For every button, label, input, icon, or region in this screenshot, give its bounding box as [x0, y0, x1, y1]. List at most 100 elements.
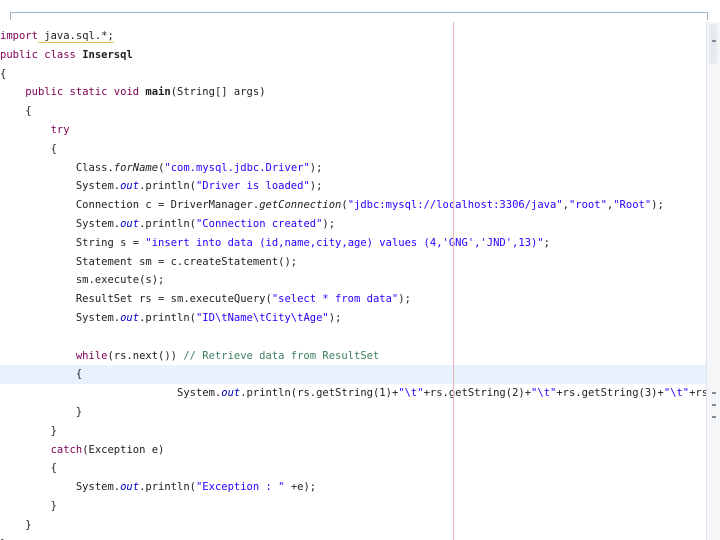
code-token: import [0, 30, 38, 42]
code-line[interactable]: public class Insersql [0, 46, 706, 65]
code-line[interactable]: } [0, 497, 706, 516]
code-line[interactable]: try [0, 121, 706, 140]
code-token: // Retrieve data from ResultSet [183, 349, 380, 362]
code-token: .println( [139, 481, 196, 494]
code-token: "ID\tName\tCity\tAge" [195, 312, 329, 324]
code-line[interactable]: import java.sql.*; [0, 27, 706, 46]
code-token: out [120, 180, 140, 193]
code-token: "Driver is loaded" [195, 180, 310, 193]
code-token: "com.mysql.jdbc.Driver" [164, 161, 310, 174]
code-token: { [0, 105, 32, 118]
code-line[interactable]: } [0, 422, 706, 441]
code-token: System. [0, 218, 121, 230]
overview-ruler-mark [712, 40, 716, 42]
code-token: .println( [139, 312, 196, 324]
code-line[interactable]: Statement sm = c.createStatement(); [0, 253, 706, 272]
code-token: "insert into data (id,name,city,age) val… [145, 236, 544, 249]
code-token: "\t" [398, 387, 424, 400]
code-token: System. [0, 312, 121, 324]
code-line[interactable]: { [0, 140, 706, 159]
code-line[interactable]: System.out.println("ID\tName\tCity\tAge"… [0, 309, 706, 328]
code-line[interactable]: { [0, 65, 706, 84]
print-margin-line [453, 22, 454, 540]
code-token: while [75, 349, 108, 362]
code-line[interactable]: { [0, 102, 706, 121]
code-line[interactable]: } [0, 535, 706, 540]
code-token: getConnection [259, 199, 342, 212]
code-line[interactable]: { [0, 459, 706, 478]
code-token: { [0, 142, 57, 155]
code-token: +e); [284, 481, 317, 494]
code-token: "\t" [663, 387, 690, 400]
code-token: { [0, 67, 7, 80]
code-token: forName [113, 161, 159, 174]
code-line[interactable]: System.out.println("Connection created")… [0, 215, 706, 234]
code-token: { [0, 368, 83, 381]
code-line[interactable]: Connection c = DriverManager.getConnecti… [0, 196, 706, 215]
code-token: System. [0, 180, 121, 193]
code-token: } [0, 406, 83, 418]
code-token: { [0, 462, 57, 475]
code-token: (rs.next()) [107, 349, 184, 362]
code-line[interactable]: } [0, 516, 706, 535]
code-token: (Exception e) [82, 443, 165, 456]
code-token: "select * from data" [271, 293, 399, 306]
code-token: String s = [0, 236, 146, 249]
code-token: .println(rs.getString(1)+ [240, 387, 399, 400]
window-left-corner [10, 12, 11, 20]
code-token: "jdbc:mysql://localhost:3306/java" [347, 199, 563, 212]
code-token: +rs.getString(3)+ [556, 387, 664, 400]
code-token: } [0, 500, 57, 512]
code-line[interactable]: sm.execute(s); [0, 271, 706, 290]
code-token: catch [50, 443, 83, 456]
code-token: Statement sm = c.createStatement(); [0, 255, 298, 268]
scrollbar-thumb[interactable] [709, 24, 717, 64]
code-line[interactable]: } [0, 403, 706, 422]
code-line[interactable]: String s = "insert into data (id,name,ci… [0, 234, 706, 253]
code-token: "Exception : " [195, 481, 285, 494]
code-token: +rs.getString(4)); [689, 387, 706, 400]
code-token: out [221, 387, 241, 400]
code-line[interactable]: { [0, 365, 706, 385]
code-line[interactable]: Class.forName("com.mysql.jdbc.Driver"); [0, 159, 706, 178]
code-token: "root" [568, 199, 607, 212]
overview-ruler-mark [712, 392, 716, 394]
code-token: +rs.getString(2)+ [423, 387, 532, 400]
vertical-scrollbar[interactable] [706, 22, 720, 540]
code-token: ); [309, 180, 323, 193]
code-token: ); [328, 312, 342, 324]
code-token: try [50, 124, 70, 136]
code-token: Connection c = DriverManager. [0, 199, 260, 212]
code-line[interactable]: ResultSet rs = sm.executeQuery("select *… [0, 290, 706, 309]
code-line[interactable]: public static void main(String[] args) [0, 83, 706, 102]
code-token: System. [0, 481, 121, 494]
code-token: .println( [139, 180, 196, 193]
code-token: System. [0, 387, 222, 400]
code-line[interactable]: System.out.println(rs.getString(1)+"\t"+… [0, 384, 706, 403]
code-token: ); [651, 199, 664, 212]
code-token: out [120, 218, 140, 230]
code-token: sm.execute(s); [0, 274, 165, 287]
code-token: } [0, 424, 57, 437]
code-token: out [120, 481, 140, 494]
code-line[interactable]: System.out.println("Exception : " +e); [0, 478, 706, 497]
code-token: "\t" [531, 387, 557, 400]
code-token: } [0, 518, 32, 531]
code-token: Class. [0, 161, 114, 174]
code-token: java.sql.*; [37, 30, 114, 43]
code-line[interactable]: catch(Exception e) [0, 441, 706, 460]
code-token: "Root" [613, 199, 652, 212]
code-line[interactable] [0, 328, 706, 347]
code-editor[interactable]: import java.sql.*; public class Insersql{… [0, 22, 706, 540]
code-line[interactable]: while(rs.next()) // Retrieve data from R… [0, 347, 706, 366]
code-token: main [145, 86, 171, 99]
code-token: ; [543, 236, 550, 249]
overview-ruler-mark [712, 416, 716, 418]
code-line[interactable]: System.out.println("Driver is loaded"); [0, 177, 706, 196]
code-token: (String[] args) [170, 86, 266, 99]
code-token: ResultSet rs = sm.executeQuery( [0, 293, 272, 306]
code-token: Insersql [82, 48, 133, 61]
